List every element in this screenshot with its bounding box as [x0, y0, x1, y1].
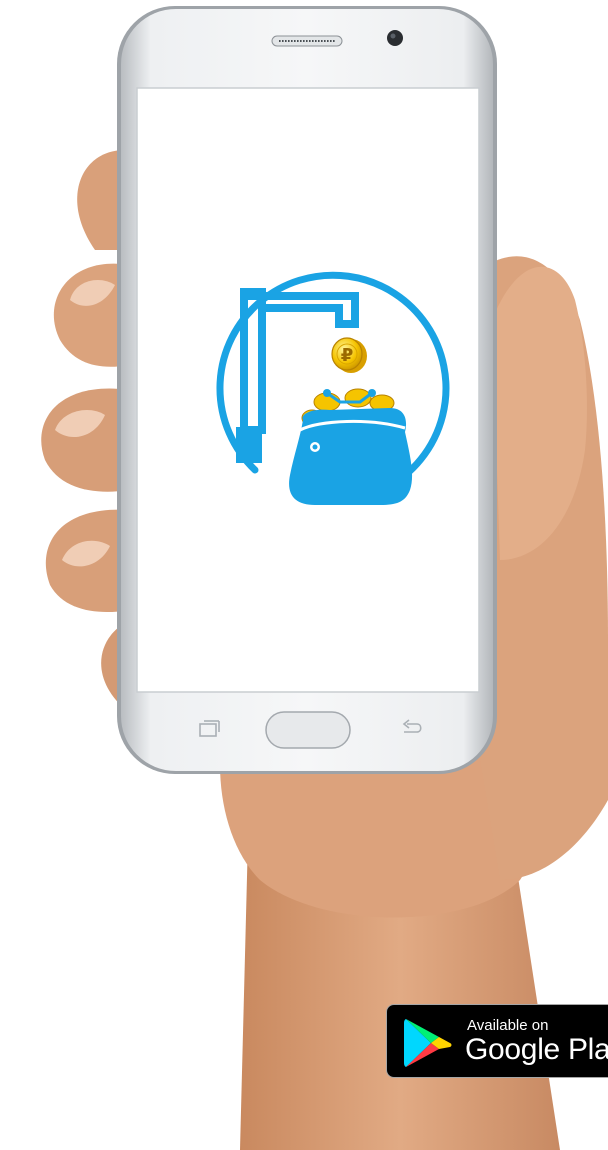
phone-screen — [136, 87, 480, 693]
home-button[interactable] — [265, 711, 351, 749]
google-play-badge[interactable]: Available on Google Play — [386, 1004, 608, 1078]
scene: ₽ — [41, 6, 608, 1150]
badge-line-google-play: Google Play — [465, 1033, 608, 1066]
front-camera — [387, 30, 403, 46]
play-store-icon — [404, 1019, 452, 1067]
phone — [117, 6, 497, 774]
coin-symbol: ₽ — [341, 345, 354, 366]
